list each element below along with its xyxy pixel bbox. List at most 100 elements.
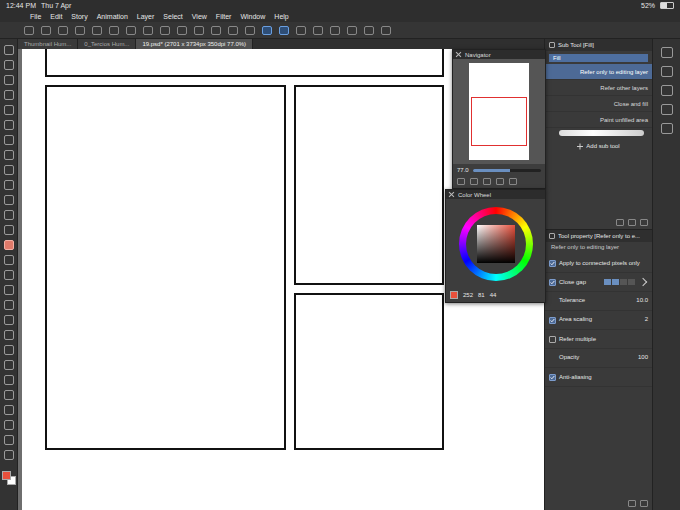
navigator-icon[interactable] bbox=[496, 178, 504, 185]
tool-icon[interactable] bbox=[4, 255, 14, 265]
command-icon[interactable] bbox=[296, 26, 306, 35]
canvas-area[interactable]: Navigator77.0Color Wheel2528144 bbox=[18, 49, 544, 510]
tool-icon[interactable] bbox=[4, 345, 14, 355]
navigator-icon[interactable] bbox=[470, 178, 478, 185]
command-icon[interactable] bbox=[211, 26, 221, 35]
hue-wheel[interactable] bbox=[459, 207, 533, 281]
checkbox[interactable] bbox=[549, 374, 556, 381]
tool-icon[interactable] bbox=[4, 390, 14, 400]
tool-icon[interactable] bbox=[4, 405, 14, 415]
command-icon[interactable] bbox=[143, 26, 153, 35]
saturation-square[interactable] bbox=[477, 225, 515, 263]
tool-icon[interactable] bbox=[4, 120, 14, 130]
gap-size-selector[interactable] bbox=[604, 279, 635, 285]
command-icon[interactable] bbox=[381, 26, 391, 35]
tool-icon[interactable] bbox=[4, 375, 14, 385]
document-tab[interactable]: Thumbnail Hum... bbox=[18, 39, 78, 49]
panel-toggle-icon[interactable] bbox=[661, 66, 673, 77]
navigator-icon[interactable] bbox=[457, 178, 465, 185]
view-rectangle[interactable] bbox=[471, 97, 527, 146]
tool-icon[interactable] bbox=[4, 165, 14, 175]
tool-icon[interactable] bbox=[4, 105, 14, 115]
add-sub-tool-button[interactable]: Add sub tool bbox=[545, 140, 652, 152]
command-icon[interactable] bbox=[58, 26, 68, 35]
tool-icon[interactable] bbox=[4, 435, 14, 445]
tool-icon[interactable] bbox=[4, 210, 14, 220]
command-icon[interactable] bbox=[177, 26, 187, 35]
property-value[interactable]: 10.0 bbox=[636, 297, 648, 303]
command-icon[interactable] bbox=[194, 26, 204, 35]
command-icon[interactable] bbox=[364, 26, 374, 35]
tool-icon[interactable] bbox=[4, 225, 14, 235]
close-icon[interactable] bbox=[449, 192, 454, 197]
color-value[interactable]: 252 bbox=[463, 292, 473, 298]
panel-action-icon[interactable] bbox=[628, 500, 636, 507]
tool-icon[interactable] bbox=[4, 300, 14, 310]
color-value[interactable]: 44 bbox=[490, 292, 497, 298]
checkbox[interactable] bbox=[549, 260, 556, 267]
sub-tool-group[interactable]: Fill bbox=[549, 54, 648, 62]
chevron-icon[interactable] bbox=[639, 278, 647, 286]
menu-item[interactable]: Filter bbox=[216, 13, 232, 20]
color-swatch[interactable] bbox=[2, 471, 11, 480]
menu-item[interactable]: Animation bbox=[97, 13, 128, 20]
checkbox[interactable] bbox=[549, 317, 556, 324]
sub-tool-item[interactable]: Close and fill bbox=[545, 96, 652, 112]
command-icon[interactable] bbox=[92, 26, 102, 35]
tool-icon[interactable] bbox=[4, 360, 14, 370]
sub-tool-item[interactable]: Refer only to editing layer bbox=[545, 64, 652, 80]
panel-action-icon[interactable] bbox=[628, 219, 636, 226]
checkbox[interactable] bbox=[549, 336, 556, 343]
command-icon[interactable] bbox=[75, 26, 85, 35]
document-tab[interactable]: 0_Tercios Hum... bbox=[78, 39, 136, 49]
command-icon[interactable] bbox=[279, 26, 289, 35]
command-icon[interactable] bbox=[160, 26, 170, 35]
window-title-bar[interactable]: Navigator bbox=[453, 50, 545, 59]
command-icon[interactable] bbox=[262, 26, 272, 35]
panel-action-icon[interactable] bbox=[640, 500, 648, 507]
sub-tool-item[interactable]: Paint unfilled area bbox=[545, 112, 652, 128]
panel-action-icon[interactable] bbox=[616, 219, 624, 226]
tool-icon[interactable] bbox=[4, 420, 14, 430]
command-icon[interactable] bbox=[313, 26, 323, 35]
navigator-icon[interactable] bbox=[483, 178, 491, 185]
close-icon[interactable] bbox=[456, 52, 461, 57]
command-icon[interactable] bbox=[330, 26, 340, 35]
command-icon[interactable] bbox=[347, 26, 357, 35]
tool-icon[interactable] bbox=[4, 285, 14, 295]
tool-icon[interactable] bbox=[4, 90, 14, 100]
tool-icon[interactable] bbox=[4, 450, 14, 460]
color-wheel-window[interactable]: Color Wheel2528144 bbox=[445, 189, 546, 303]
document-tab[interactable]: 19.psd* (2701 x 3734px 350dpi 77.0%) bbox=[136, 39, 253, 49]
command-icon[interactable] bbox=[109, 26, 119, 35]
navigator-window[interactable]: Navigator 77.0 bbox=[452, 49, 546, 189]
zoom-slider[interactable] bbox=[473, 169, 541, 172]
menu-item[interactable]: Story bbox=[71, 13, 87, 20]
command-icon[interactable] bbox=[245, 26, 255, 35]
current-color-swatch[interactable] bbox=[450, 291, 458, 299]
color-value[interactable]: 81 bbox=[478, 292, 485, 298]
tool-icon[interactable] bbox=[4, 45, 14, 55]
menu-item[interactable]: Help bbox=[274, 13, 288, 20]
property-value[interactable]: 100 bbox=[638, 354, 648, 360]
panel-toggle-icon[interactable] bbox=[661, 123, 673, 134]
tool-icon[interactable] bbox=[4, 150, 14, 160]
tool-icon[interactable] bbox=[4, 240, 14, 250]
tool-icon[interactable] bbox=[4, 75, 14, 85]
panel-toggle-icon[interactable] bbox=[661, 47, 673, 58]
menu-item[interactable]: Layer bbox=[137, 13, 155, 20]
panel-action-icon[interactable] bbox=[640, 219, 648, 226]
checkbox[interactable] bbox=[549, 279, 556, 286]
menu-item[interactable]: View bbox=[192, 13, 207, 20]
navigator-preview[interactable] bbox=[453, 59, 545, 164]
tool-icon[interactable] bbox=[4, 180, 14, 190]
tool-icon[interactable] bbox=[4, 195, 14, 205]
command-icon[interactable] bbox=[126, 26, 136, 35]
navigator-icon[interactable] bbox=[509, 178, 517, 185]
command-icon[interactable] bbox=[228, 26, 238, 35]
tool-icon[interactable] bbox=[4, 270, 14, 280]
zoom-value[interactable]: 77.0 bbox=[457, 167, 469, 173]
panel-toggle-icon[interactable] bbox=[661, 85, 673, 96]
menu-item[interactable]: Select bbox=[163, 13, 182, 20]
command-icon[interactable] bbox=[24, 26, 34, 35]
